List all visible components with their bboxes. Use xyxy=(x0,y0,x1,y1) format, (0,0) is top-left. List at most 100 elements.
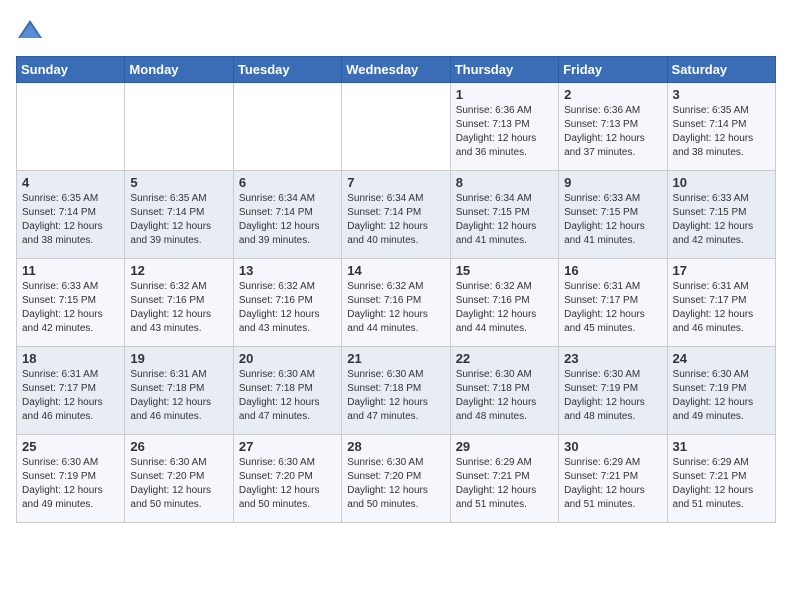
day-number: 10 xyxy=(673,175,770,190)
day-number: 20 xyxy=(239,351,336,366)
day-number: 16 xyxy=(564,263,661,278)
day-number: 1 xyxy=(456,87,553,102)
day-cell: 10 Sunrise: 6:33 AM Sunset: 7:15 PM Dayli… xyxy=(667,171,775,259)
day-number: 3 xyxy=(673,87,770,102)
day-info: Sunrise: 6:33 AM Sunset: 7:15 PM Dayligh… xyxy=(673,192,770,248)
day-cell: 12 Sunrise: 6:32 AM Sunset: 7:16 PM Dayli… xyxy=(125,259,233,347)
day-info: Sunrise: 6:34 AM Sunset: 7:14 PM Dayligh… xyxy=(239,192,336,248)
day-cell: 14 Sunrise: 6:32 AM Sunset: 7:16 PM Dayli… xyxy=(342,259,450,347)
day-cell xyxy=(233,83,341,171)
day-cell: 15 Sunrise: 6:32 AM Sunset: 7:16 PM Dayli… xyxy=(450,259,558,347)
day-info: Sunrise: 6:30 AM Sunset: 7:18 PM Dayligh… xyxy=(347,368,444,424)
day-number: 11 xyxy=(22,263,119,278)
day-cell: 29Sunrise: 6:29 AM Sunset: 7:21 PM Dayli… xyxy=(450,435,558,523)
day-number: 6 xyxy=(239,175,336,190)
day-cell: 28 Sunrise: 6:30 AM Sunset: 7:20 PM Dayli… xyxy=(342,435,450,523)
day-info: Sunrise: 6:34 AM Sunset: 7:15 PM Dayligh… xyxy=(456,192,553,248)
day-number: 7 xyxy=(347,175,444,190)
day-header-sunday: Sunday xyxy=(17,57,125,83)
day-number: 14 xyxy=(347,263,444,278)
day-info: Sunrise: 6:31 AM Sunset: 7:18 PM Dayligh… xyxy=(130,368,227,424)
day-cell: 1 Sunrise: 6:36 AM Sunset: 7:13 PM Daylig… xyxy=(450,83,558,171)
day-cell: 25Sunrise: 6:30 AM Sunset: 7:19 PM Dayli… xyxy=(17,435,125,523)
day-info: Sunrise: 6:33 AM Sunset: 7:15 PM Dayligh… xyxy=(564,192,661,248)
day-cell: 7Sunrise: 6:34 AM Sunset: 7:14 PM Daylig… xyxy=(342,171,450,259)
day-cell: 30Sunrise: 6:29 AM Sunset: 7:21 PM Dayli… xyxy=(559,435,667,523)
day-info: Sunrise: 6:32 AM Sunset: 7:16 PM Dayligh… xyxy=(456,280,553,336)
day-cell: 2 Sunrise: 6:36 AM Sunset: 7:13 PM Daylig… xyxy=(559,83,667,171)
day-info: Sunrise: 6:32 AM Sunset: 7:16 PM Dayligh… xyxy=(130,280,227,336)
day-info: Sunrise: 6:33 AM Sunset: 7:15 PM Dayligh… xyxy=(22,280,119,336)
header-row: SundayMondayTuesdayWednesdayThursdayFrid… xyxy=(17,57,776,83)
day-number: 9 xyxy=(564,175,661,190)
day-info: Sunrise: 6:30 AM Sunset: 7:20 PM Dayligh… xyxy=(347,456,444,512)
day-info: Sunrise: 6:30 AM Sunset: 7:19 PM Dayligh… xyxy=(564,368,661,424)
day-cell: 8 Sunrise: 6:34 AM Sunset: 7:15 PM Daylig… xyxy=(450,171,558,259)
day-cell: 22Sunrise: 6:30 AM Sunset: 7:18 PM Dayli… xyxy=(450,347,558,435)
day-cell: 23 Sunrise: 6:30 AM Sunset: 7:19 PM Dayli… xyxy=(559,347,667,435)
day-info: Sunrise: 6:30 AM Sunset: 7:18 PM Dayligh… xyxy=(239,368,336,424)
day-number: 12 xyxy=(130,263,227,278)
day-cell: 4Sunrise: 6:35 AM Sunset: 7:14 PM Daylig… xyxy=(17,171,125,259)
day-number: 30 xyxy=(564,439,661,454)
day-cell: 16 Sunrise: 6:31 AM Sunset: 7:17 PM Dayli… xyxy=(559,259,667,347)
page-header xyxy=(16,16,776,44)
day-info: Sunrise: 6:35 AM Sunset: 7:14 PM Dayligh… xyxy=(673,104,770,160)
day-info: Sunrise: 6:30 AM Sunset: 7:19 PM Dayligh… xyxy=(22,456,119,512)
day-info: Sunrise: 6:32 AM Sunset: 7:16 PM Dayligh… xyxy=(347,280,444,336)
day-cell: 13 Sunrise: 6:32 AM Sunset: 7:16 PM Dayli… xyxy=(233,259,341,347)
day-info: Sunrise: 6:31 AM Sunset: 7:17 PM Dayligh… xyxy=(673,280,770,336)
day-info: Sunrise: 6:29 AM Sunset: 7:21 PM Dayligh… xyxy=(673,456,770,512)
week-row-5: 25Sunrise: 6:30 AM Sunset: 7:19 PM Dayli… xyxy=(17,435,776,523)
week-row-3: 11 Sunrise: 6:33 AM Sunset: 7:15 PM Dayli… xyxy=(17,259,776,347)
day-info: Sunrise: 6:31 AM Sunset: 7:17 PM Dayligh… xyxy=(22,368,119,424)
day-number: 5 xyxy=(130,175,227,190)
day-cell: 17 Sunrise: 6:31 AM Sunset: 7:17 PM Dayli… xyxy=(667,259,775,347)
day-cell: 27 Sunrise: 6:30 AM Sunset: 7:20 PM Dayli… xyxy=(233,435,341,523)
week-row-4: 18 Sunrise: 6:31 AM Sunset: 7:17 PM Dayli… xyxy=(17,347,776,435)
day-cell xyxy=(125,83,233,171)
day-info: Sunrise: 6:30 AM Sunset: 7:19 PM Dayligh… xyxy=(673,368,770,424)
day-header-tuesday: Tuesday xyxy=(233,57,341,83)
day-cell: 18 Sunrise: 6:31 AM Sunset: 7:17 PM Dayli… xyxy=(17,347,125,435)
day-number: 31 xyxy=(673,439,770,454)
day-cell: 19 Sunrise: 6:31 AM Sunset: 7:18 PM Dayli… xyxy=(125,347,233,435)
day-info: Sunrise: 6:31 AM Sunset: 7:17 PM Dayligh… xyxy=(564,280,661,336)
day-header-saturday: Saturday xyxy=(667,57,775,83)
day-number: 22 xyxy=(456,351,553,366)
day-number: 24 xyxy=(673,351,770,366)
day-info: Sunrise: 6:35 AM Sunset: 7:14 PM Dayligh… xyxy=(22,192,119,248)
day-cell xyxy=(17,83,125,171)
day-info: Sunrise: 6:36 AM Sunset: 7:13 PM Dayligh… xyxy=(456,104,553,160)
day-cell: 24 Sunrise: 6:30 AM Sunset: 7:19 PM Dayli… xyxy=(667,347,775,435)
day-number: 19 xyxy=(130,351,227,366)
week-row-2: 4Sunrise: 6:35 AM Sunset: 7:14 PM Daylig… xyxy=(17,171,776,259)
day-number: 2 xyxy=(564,87,661,102)
day-info: Sunrise: 6:36 AM Sunset: 7:13 PM Dayligh… xyxy=(564,104,661,160)
day-number: 27 xyxy=(239,439,336,454)
day-info: Sunrise: 6:32 AM Sunset: 7:16 PM Dayligh… xyxy=(239,280,336,336)
day-cell: 9 Sunrise: 6:33 AM Sunset: 7:15 PM Daylig… xyxy=(559,171,667,259)
day-number: 13 xyxy=(239,263,336,278)
day-cell: 11 Sunrise: 6:33 AM Sunset: 7:15 PM Dayli… xyxy=(17,259,125,347)
day-cell xyxy=(342,83,450,171)
day-header-monday: Monday xyxy=(125,57,233,83)
day-number: 18 xyxy=(22,351,119,366)
day-number: 23 xyxy=(564,351,661,366)
day-cell: 26Sunrise: 6:30 AM Sunset: 7:20 PM Dayli… xyxy=(125,435,233,523)
day-number: 17 xyxy=(673,263,770,278)
day-number: 8 xyxy=(456,175,553,190)
day-number: 21 xyxy=(347,351,444,366)
logo-icon xyxy=(16,16,44,44)
day-number: 29 xyxy=(456,439,553,454)
day-cell: 5Sunrise: 6:35 AM Sunset: 7:14 PM Daylig… xyxy=(125,171,233,259)
day-header-wednesday: Wednesday xyxy=(342,57,450,83)
day-number: 26 xyxy=(130,439,227,454)
day-cell: 6 Sunrise: 6:34 AM Sunset: 7:14 PM Daylig… xyxy=(233,171,341,259)
day-number: 15 xyxy=(456,263,553,278)
day-header-friday: Friday xyxy=(559,57,667,83)
calendar-table: SundayMondayTuesdayWednesdayThursdayFrid… xyxy=(16,56,776,523)
day-header-thursday: Thursday xyxy=(450,57,558,83)
day-info: Sunrise: 6:30 AM Sunset: 7:20 PM Dayligh… xyxy=(239,456,336,512)
day-number: 28 xyxy=(347,439,444,454)
